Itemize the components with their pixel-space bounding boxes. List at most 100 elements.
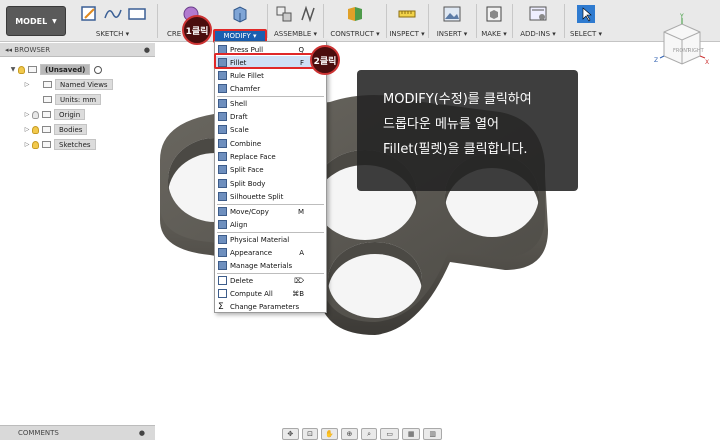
expand-right-icon[interactable]: ▷ (22, 141, 32, 148)
align-icon (218, 220, 227, 229)
select-cursor-icon[interactable] (576, 4, 596, 24)
expand-right-icon[interactable]: ▷ (22, 81, 32, 88)
construct-label: CONSTRUCT ▾ (330, 30, 380, 38)
scripts-icon[interactable] (528, 4, 548, 24)
offset-plane-icon[interactable] (345, 4, 365, 24)
modify-icon[interactable] (230, 4, 250, 24)
chevron-down-icon: ▼ (52, 17, 57, 25)
folder-icon (42, 141, 51, 148)
chamfer-icon (218, 84, 227, 93)
replace-face-icon (218, 152, 227, 161)
menu-item-combine[interactable]: Combine (215, 137, 326, 150)
rectangle-icon[interactable] (127, 4, 147, 24)
inspect-group[interactable]: INSPECT ▾ (388, 0, 426, 42)
menu-item-chamfer[interactable]: Chamfer (215, 82, 326, 95)
split-body-icon (218, 179, 227, 188)
document-icon (28, 66, 37, 73)
bodies-label: Bodies (54, 124, 88, 135)
construct-group[interactable]: CONSTRUCT ▾ (325, 0, 385, 42)
units-label: Units: mm (55, 94, 102, 105)
assemble-group[interactable]: ASSEMBLE ▾ (268, 0, 323, 42)
menu-item-delete[interactable]: Delete ⌦ (215, 274, 326, 287)
origin-label: Origin (54, 109, 86, 120)
lightbulb-icon[interactable] (32, 125, 39, 134)
tree-item-sketches[interactable]: ▷ Sketches (22, 138, 96, 151)
browser-header[interactable]: ◂◂ BROWSER ● (0, 43, 155, 57)
menu-item-appearance[interactable]: Appearance A (215, 246, 326, 259)
menu-item-draft[interactable]: Draft (215, 110, 326, 123)
measure-icon[interactable] (397, 4, 417, 24)
browser-title: BROWSER (14, 46, 51, 54)
collapse-icon[interactable]: ◂◂ (5, 46, 14, 54)
pan-icon[interactable]: ✋ (321, 428, 339, 440)
workspace-switcher[interactable]: MODEL ▼ (6, 6, 66, 36)
3d-print-icon[interactable] (484, 4, 504, 24)
zoom-window-icon[interactable]: ⌕ (360, 428, 378, 440)
sketch-group[interactable]: SKETCH ▾ (70, 0, 155, 42)
step-badge-2: 2클릭 (310, 45, 340, 75)
menu-item-change-parameters[interactable]: Σ Change Parameters (215, 300, 326, 313)
grid-snaps-icon[interactable]: ▦ (401, 428, 421, 440)
menu-item-physical-material[interactable]: Physical Material (215, 233, 326, 246)
sketch-icon[interactable] (79, 4, 99, 24)
physical-material-icon (218, 235, 227, 244)
expand-right-icon[interactable]: ▷ (22, 111, 32, 118)
manage-materials-icon (218, 261, 227, 270)
menu-item-replace-face[interactable]: Replace Face (215, 150, 326, 163)
pin-icon[interactable]: ● (144, 43, 150, 57)
select-label: SELECT ▾ (569, 30, 603, 38)
modify-dropdown-menu: Press Pull Q Fillet F Rule Fillet Chamfer … (214, 41, 327, 313)
insert-group[interactable]: INSERT ▾ (430, 0, 474, 42)
menu-item-split-body[interactable]: Split Body (215, 177, 326, 190)
menu-item-scale[interactable]: Scale (215, 123, 326, 136)
axis-z-label: Z (654, 57, 658, 64)
make-label: MAKE ▾ (481, 30, 507, 38)
menu-item-align[interactable]: Align (215, 218, 326, 231)
tree-item-bodies[interactable]: ▷ Bodies (22, 123, 88, 136)
lightbulb-icon[interactable] (32, 140, 39, 149)
menu-item-compute-all[interactable]: Compute All ⌘B (215, 287, 326, 300)
callout-line-3: Fillet(필렛)을 클릭합니다. (383, 142, 528, 157)
joint-icon[interactable] (298, 4, 318, 24)
expand-down-icon[interactable]: ▼ (8, 66, 18, 73)
sigma-icon: Σ (218, 301, 224, 312)
tree-root[interactable]: ▼ (Unsaved) (8, 63, 103, 76)
add-ins-group[interactable]: ADD-INS ▾ (514, 0, 562, 42)
select-group[interactable]: SELECT ▾ (566, 0, 606, 42)
folder-icon (42, 111, 51, 118)
display-settings-icon[interactable]: ▭ (380, 428, 399, 440)
inspect-label: INSPECT ▾ (389, 30, 425, 38)
axis-x-label: X (705, 59, 709, 66)
draft-icon (218, 112, 227, 121)
view-cube[interactable]: FRONT RIGHT Y Z X (652, 12, 712, 72)
comments-panel[interactable]: COMMENTS ● (0, 425, 155, 440)
scale-icon (218, 125, 227, 134)
activate-radio-icon[interactable] (94, 65, 103, 74)
lightbulb-icon[interactable] (18, 65, 25, 74)
compute-icon (218, 289, 227, 298)
expand-right-icon[interactable]: ▷ (22, 126, 32, 133)
viewports-icon[interactable]: ▥ (423, 428, 442, 440)
new-component-icon[interactable] (274, 4, 294, 24)
menu-item-move-copy[interactable]: Move/Copy M (215, 205, 326, 218)
units-icon (43, 96, 52, 103)
menu-item-split-face[interactable]: Split Face (215, 163, 326, 176)
menu-item-manage-materials[interactable]: Manage Materials (215, 259, 326, 272)
orbit-icon[interactable]: ✥ (282, 428, 299, 440)
lightbulb-off-icon[interactable] (32, 110, 39, 119)
tree-item-named-views[interactable]: ▷ Named Views (22, 78, 113, 91)
callout-line-2: 드롭다운 메뉴를 열어 (383, 117, 499, 132)
make-group[interactable]: MAKE ▾ (478, 0, 510, 42)
main-toolbar: MODEL ▼ SKETCH ▾ CRE MODIFY ▾ ASSEMBLE ▾ (0, 0, 720, 43)
tree-item-units[interactable]: Units: mm (32, 93, 102, 106)
menu-item-silhouette-split[interactable]: Silhouette Split (215, 190, 326, 203)
delete-icon (218, 276, 227, 285)
spline-icon[interactable] (103, 4, 123, 24)
insert-image-icon[interactable] (442, 4, 462, 24)
tree-item-origin[interactable]: ▷ Origin (22, 108, 86, 121)
pin-icon[interactable]: ● (139, 426, 145, 441)
menu-item-shell[interactable]: Shell (215, 97, 326, 110)
zoom-icon[interactable]: ⊕ (341, 428, 358, 440)
look-at-icon[interactable]: ⊡ (301, 428, 319, 440)
menu-item-rule-fillet[interactable]: Rule Fillet (215, 69, 326, 82)
